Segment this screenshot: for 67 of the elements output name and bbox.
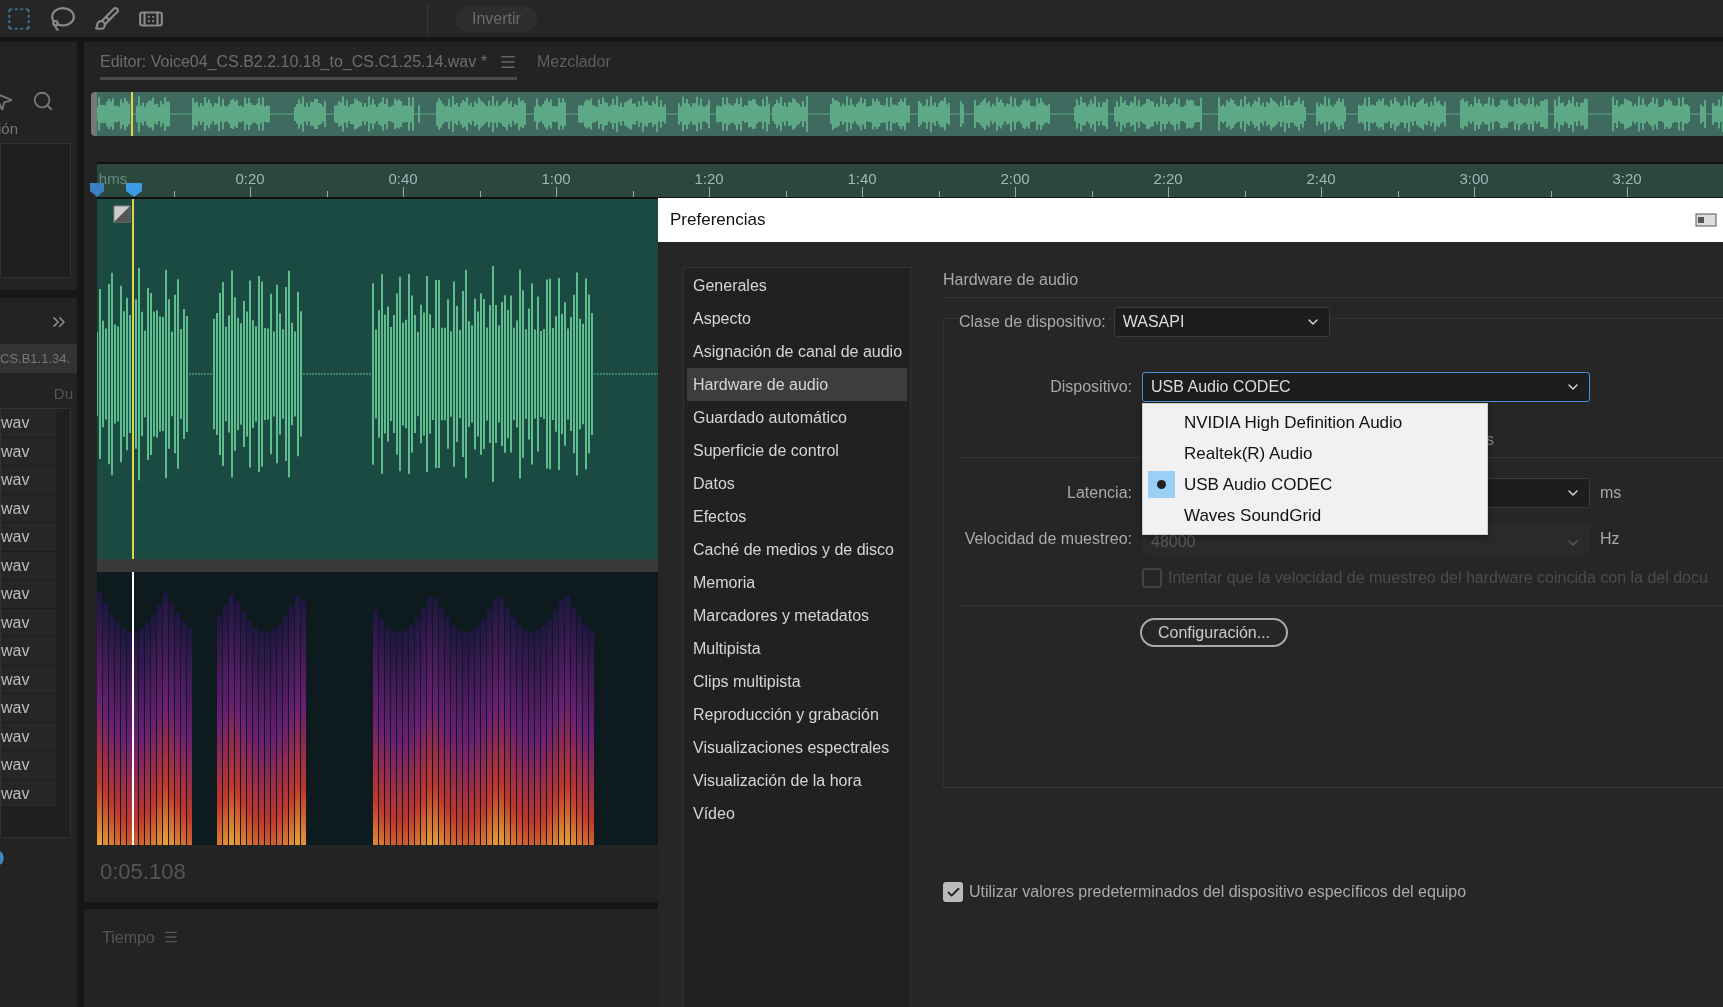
brush-icon[interactable] (94, 5, 120, 32)
field-label: Dispositivo: (1049, 378, 1132, 396)
file-name[interactable]: wav (1, 580, 56, 609)
file-name[interactable]: wav (1, 466, 56, 495)
marquee-icon[interactable] (6, 5, 32, 32)
file-name[interactable]: wav (1, 551, 56, 580)
dropdown-option[interactable]: NVIDIA High Definition Audio (1143, 407, 1487, 438)
ruler-label: 0:20 (235, 170, 265, 187)
category-item[interactable]: Clips multipista (687, 665, 907, 698)
checkbox-label: Utilizar valores predeterminados del dispositivo específicos del equipo (969, 883, 1467, 901)
fade-handle-icon[interactable] (113, 205, 131, 223)
ruler-label: 1:00 (541, 170, 571, 187)
dropdown-option[interactable]: USB Audio CODEC (1143, 469, 1487, 500)
category-item[interactable]: Asignación de canal de audio (687, 335, 907, 368)
category-item[interactable]: Generales (687, 269, 907, 302)
ruler-label: 1:40 (847, 170, 877, 187)
magnifier-icon[interactable] (32, 90, 54, 112)
category-item[interactable]: Reproducción y grabación (687, 698, 907, 731)
ruler-label: 1:20 (694, 170, 724, 187)
dropdown-option[interactable]: Realtek(R) Audio (1143, 438, 1487, 469)
file-name[interactable]: wav (1, 751, 56, 780)
file-name[interactable]: wav (1, 637, 56, 666)
category-item[interactable]: Caché de medios y de disco (687, 533, 907, 566)
section-title: Hardware de audio (943, 267, 1723, 298)
ruler-unit: hms (98, 170, 128, 187)
file-name[interactable]: wav (1, 409, 56, 438)
field-label: Clase de dispositivo: (959, 313, 1108, 331)
ruler-label: 2:00 (1000, 170, 1030, 187)
category-item[interactable]: Memoria (687, 566, 907, 599)
ruler-label: 3:20 (1612, 170, 1642, 187)
checkbox[interactable] (943, 882, 963, 902)
ruler-label: 2:20 (1153, 170, 1183, 187)
category-item[interactable]: Superficie de control (687, 434, 907, 467)
file-name[interactable]: wav (1, 722, 56, 751)
category-item[interactable]: Multipista (687, 632, 907, 665)
file-header: CS.B1.1.34. (0, 344, 77, 373)
category-item[interactable]: Aspecto (687, 302, 907, 335)
file-name[interactable]: wav (1, 779, 56, 808)
unit-label: ms (1600, 484, 1622, 502)
file-name[interactable]: wav (1, 494, 56, 523)
file-name[interactable]: wav (1, 665, 56, 694)
lasso-icon[interactable] (50, 5, 76, 32)
device-select[interactable]: USB Audio CODEC (1142, 372, 1590, 402)
category-item[interactable]: Guardado automático (687, 401, 907, 434)
category-item[interactable]: Vídeo (687, 797, 907, 830)
ruler-label: 2:40 (1306, 170, 1336, 187)
category-item[interactable]: Efectos (687, 500, 907, 533)
playhead-icon[interactable] (126, 183, 142, 197)
window-icon[interactable] (1695, 213, 1717, 227)
file-name[interactable]: wav (1, 608, 56, 637)
file-name[interactable]: wav (1, 437, 56, 466)
window-title: Preferencias (670, 210, 766, 230)
category-item[interactable]: Datos (687, 467, 907, 500)
field-label: Velocidad de muestreo: (963, 530, 1132, 548)
category-item[interactable]: Hardware de audio (687, 368, 907, 401)
device-class-select[interactable]: WASAPI (1113, 307, 1330, 337)
file-name[interactable]: wav (1, 694, 56, 723)
settings-button[interactable]: Configuración... (1140, 618, 1289, 647)
marker-icon[interactable] (90, 183, 104, 197)
field-label: Latencia: (1066, 484, 1132, 502)
ruler-label: 0:40 (388, 170, 418, 187)
ruler-label: 3:00 (1459, 170, 1489, 187)
category-item[interactable]: Visualización de la hora (687, 764, 907, 797)
category-item[interactable]: Visualizaciones espectrales (687, 731, 907, 764)
file-name[interactable]: wav (1, 523, 56, 552)
unit-label: Hz (1600, 530, 1620, 548)
category-item[interactable]: Marcadores y metadatos (687, 599, 907, 632)
